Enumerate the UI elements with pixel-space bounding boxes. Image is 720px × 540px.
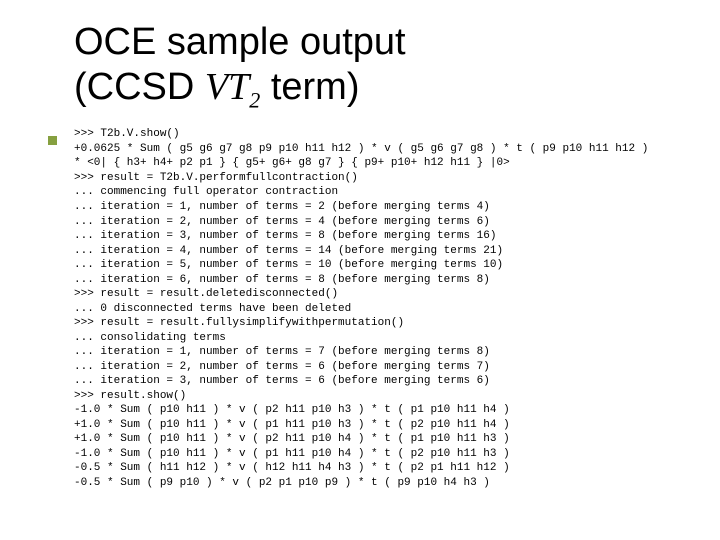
code-line: >>> result = T2b.V.performfullcontractio… xyxy=(74,172,358,184)
code-line: +1.0 * Sum ( p10 h11 ) * v ( p2 h11 p10 … xyxy=(74,433,510,445)
code-line: -0.5 * Sum ( h11 h12 ) * v ( h12 h11 h4 … xyxy=(74,462,510,474)
code-line: * <0| { h3+ h4+ p2 p1 } { g5+ g6+ g8 g7 … xyxy=(74,157,510,169)
code-line: -1.0 * Sum ( p10 h11 ) * v ( p2 h11 p10 … xyxy=(74,404,510,416)
code-line: +1.0 * Sum ( p10 h11 ) * v ( p1 h11 p10 … xyxy=(74,419,510,431)
title-line2-post: term) xyxy=(260,66,359,108)
code-line: ... iteration = 2, number of terms = 4 (… xyxy=(74,216,490,228)
slide-title: OCE sample output (CCSD VT2 term) xyxy=(74,20,702,113)
code-line: >>> result = result.fullysimplifywithper… xyxy=(74,317,404,329)
code-block: >>> T2b.V.show() +0.0625 * Sum ( g5 g6 g… xyxy=(74,127,702,490)
code-line: >>> result = result.deletedisconnected() xyxy=(74,288,338,300)
code-line: >>> result.show() xyxy=(74,390,186,402)
code-line: -1.0 * Sum ( p10 h11 ) * v ( p1 h11 p10 … xyxy=(74,448,510,460)
code-line: ... iteration = 5, number of terms = 10 … xyxy=(74,259,503,271)
code-line: -0.5 * Sum ( p9 p10 ) * v ( p2 p1 p10 p9… xyxy=(74,477,490,489)
code-line: ... iteration = 3, number of terms = 6 (… xyxy=(74,375,490,387)
code-line: ... iteration = 2, number of terms = 6 (… xyxy=(74,361,490,373)
code-line: ... iteration = 1, number of terms = 7 (… xyxy=(74,346,490,358)
title-sub: 2 xyxy=(249,87,260,112)
code-line: ... 0 disconnected terms have been delet… xyxy=(74,303,351,315)
code-line: >>> T2b.V.show() xyxy=(74,128,180,140)
title-vt: VT xyxy=(205,66,249,108)
code-line: ... iteration = 1, number of terms = 2 (… xyxy=(74,201,490,213)
title-line2-pre: (CCSD xyxy=(74,66,205,108)
code-line: ... iteration = 3, number of terms = 8 (… xyxy=(74,230,496,242)
code-line: ... iteration = 4, number of terms = 14 … xyxy=(74,245,503,257)
code-line: ... consolidating terms xyxy=(74,332,226,344)
bullet-square xyxy=(48,136,57,145)
title-line1: OCE sample output xyxy=(74,21,406,63)
code-line: +0.0625 * Sum ( g5 g6 g7 g8 p9 p10 h11 h… xyxy=(74,143,648,155)
code-line: ... iteration = 6, number of terms = 8 (… xyxy=(74,274,490,286)
code-line: ... commencing full operator contraction xyxy=(74,186,338,198)
